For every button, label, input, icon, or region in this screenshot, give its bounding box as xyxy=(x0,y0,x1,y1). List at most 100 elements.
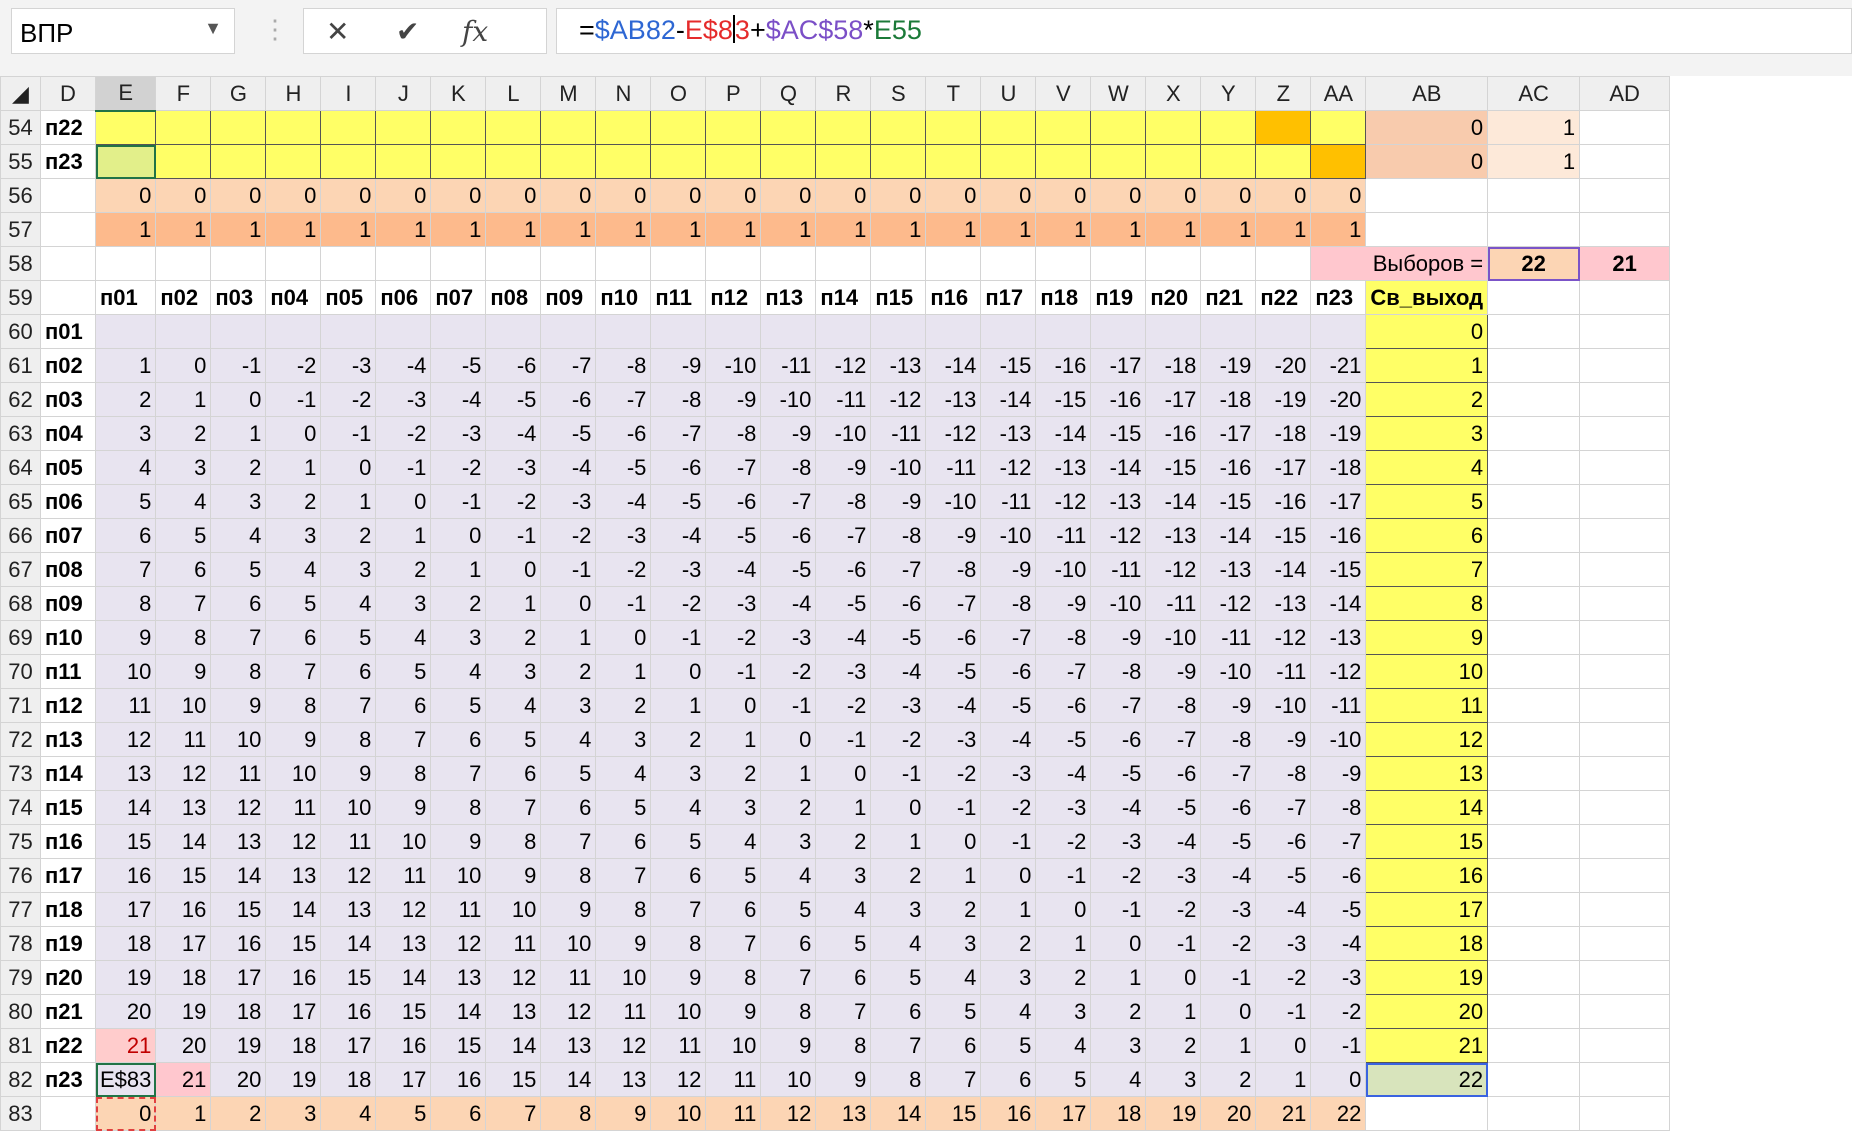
matrix-cell[interactable]: 6 xyxy=(155,552,212,587)
matrix-cell[interactable]: 5 xyxy=(760,892,817,927)
column-label[interactable]: п05 xyxy=(320,280,377,315)
matrix-cell[interactable]: 4 xyxy=(375,620,432,655)
row-label[interactable]: п18 xyxy=(40,892,96,927)
cell[interactable]: 0 xyxy=(760,178,817,213)
matrix-cell[interactable]: -15 xyxy=(1200,484,1257,519)
matrix-cell[interactable]: 1 xyxy=(265,450,322,485)
row-header[interactable]: 83 xyxy=(0,1096,41,1131)
matrix-cell[interactable]: -11 xyxy=(1090,552,1147,587)
matrix-cell[interactable]: -15 xyxy=(1090,416,1147,451)
cell[interactable] xyxy=(1365,1096,1489,1131)
matrix-cell[interactable]: -7 xyxy=(925,586,982,621)
cell[interactable] xyxy=(870,110,927,145)
matrix-cell[interactable]: -4 xyxy=(1090,790,1147,825)
matrix-cell[interactable]: 3 xyxy=(1090,1028,1147,1063)
matrix-cell[interactable]: -1 xyxy=(815,722,872,757)
matrix-cell[interactable]: -3 xyxy=(1090,824,1147,859)
column-label[interactable]: п03 xyxy=(210,280,267,315)
cell[interactable] xyxy=(155,144,212,179)
matrix-cell[interactable]: 16 xyxy=(430,1062,487,1097)
matrix-cell[interactable] xyxy=(430,314,487,349)
matrix-cell[interactable]: 2 xyxy=(265,484,322,519)
row-label[interactable]: п03 xyxy=(40,382,96,417)
matrix-cell[interactable]: -1 xyxy=(760,688,817,723)
matrix-cell[interactable]: 1 xyxy=(485,586,542,621)
cell[interactable]: 1 xyxy=(210,212,267,247)
matrix-cell[interactable]: 8 xyxy=(705,960,762,995)
matrix-cell[interactable]: 0 xyxy=(210,382,267,417)
cell-d[interactable] xyxy=(40,178,96,213)
matrix-cell[interactable]: -11 xyxy=(760,348,817,383)
matrix-cell[interactable]: -15 xyxy=(1145,450,1202,485)
matrix-cell[interactable]: 6 xyxy=(430,722,487,757)
matrix-cell[interactable]: 8 xyxy=(430,790,487,825)
matrix-cell[interactable]: 4 xyxy=(925,960,982,995)
row-header[interactable]: 82 xyxy=(0,1062,41,1097)
cell[interactable] xyxy=(1579,960,1671,995)
matrix-cell[interactable]: -19 xyxy=(1255,382,1312,417)
matrix-cell[interactable]: -17 xyxy=(1255,450,1312,485)
matrix-cell[interactable]: -1 xyxy=(210,348,267,383)
index-cell[interactable]: 3 xyxy=(265,1096,322,1131)
index-cell[interactable]: 6 xyxy=(430,1096,487,1131)
free-output-cell[interactable]: 8 xyxy=(1365,586,1489,621)
matrix-cell[interactable]: -5 xyxy=(980,688,1037,723)
cell[interactable]: 1 xyxy=(980,212,1037,247)
cell[interactable] xyxy=(1579,1062,1671,1097)
matrix-cell[interactable]: 12 xyxy=(595,1028,652,1063)
matrix-cell[interactable]: 4 xyxy=(430,654,487,689)
matrix-cell[interactable]: 15 xyxy=(320,960,377,995)
row-label[interactable]: п10 xyxy=(40,620,96,655)
matrix-cell[interactable]: 0 xyxy=(1255,1028,1312,1063)
matrix-cell[interactable]: -2 xyxy=(485,484,542,519)
matrix-cell[interactable]: 4 xyxy=(265,552,322,587)
matrix-cell[interactable]: 2 xyxy=(485,620,542,655)
free-output-cell[interactable]: 0 xyxy=(1365,314,1489,349)
matrix-cell[interactable]: -3 xyxy=(870,688,927,723)
index-cell[interactable]: 1 xyxy=(155,1096,212,1131)
matrix-cell[interactable]: 20 xyxy=(210,1062,267,1097)
cell[interactable] xyxy=(760,246,817,281)
matrix-cell[interactable]: -15 xyxy=(1255,518,1312,553)
matrix-cell[interactable]: 18 xyxy=(320,1062,377,1097)
matrix-cell[interactable]: 21 xyxy=(155,1062,212,1097)
cell[interactable] xyxy=(1255,144,1312,179)
matrix-cell[interactable]: -7 xyxy=(595,382,652,417)
matrix-cell[interactable] xyxy=(980,314,1037,349)
chevron-down-icon[interactable]: ▼ xyxy=(204,18,222,39)
matrix-cell[interactable]: -19 xyxy=(1310,416,1367,451)
matrix-cell[interactable]: -4 xyxy=(375,348,432,383)
matrix-cell[interactable]: 1 xyxy=(94,348,157,383)
matrix-cell[interactable]: 19 xyxy=(210,1028,267,1063)
matrix-cell[interactable]: 1 xyxy=(320,484,377,519)
matrix-cell[interactable]: 0 xyxy=(980,858,1037,893)
cell[interactable] xyxy=(1579,824,1671,859)
matrix-cell[interactable]: 0 xyxy=(595,620,652,655)
cell[interactable] xyxy=(320,110,377,145)
cell[interactable] xyxy=(1487,280,1581,315)
matrix-cell[interactable]: 7 xyxy=(155,586,212,621)
matrix-cell[interactable]: 18 xyxy=(155,960,212,995)
matrix-cell[interactable]: -3 xyxy=(1035,790,1092,825)
matrix-cell[interactable]: -4 xyxy=(595,484,652,519)
matrix-cell[interactable]: -3 xyxy=(1200,892,1257,927)
cell[interactable] xyxy=(1579,994,1671,1029)
matrix-cell[interactable]: 4 xyxy=(650,790,707,825)
matrix-cell[interactable]: -7 xyxy=(1035,654,1092,689)
matrix-cell[interactable]: -6 xyxy=(485,348,542,383)
column-header-P[interactable]: P xyxy=(705,76,762,111)
matrix-cell[interactable]: 19 xyxy=(155,994,212,1029)
matrix-cell[interactable]: -16 xyxy=(1035,348,1092,383)
free-output-cell[interactable]: 9 xyxy=(1365,620,1489,655)
index-cell[interactable]: 22 xyxy=(1310,1096,1367,1131)
cell[interactable] xyxy=(1090,144,1147,179)
matrix-cell[interactable]: -17 xyxy=(1145,382,1202,417)
row-header[interactable]: 69 xyxy=(0,620,41,655)
index-cell[interactable]: 15 xyxy=(925,1096,982,1131)
column-label[interactable]: п04 xyxy=(265,280,322,315)
cell[interactable] xyxy=(1145,246,1202,281)
matrix-cell[interactable]: -4 xyxy=(1200,858,1257,893)
matrix-cell[interactable]: 0 xyxy=(265,416,322,451)
matrix-cell[interactable]: 0 xyxy=(1090,926,1147,961)
cell[interactable] xyxy=(1579,620,1671,655)
